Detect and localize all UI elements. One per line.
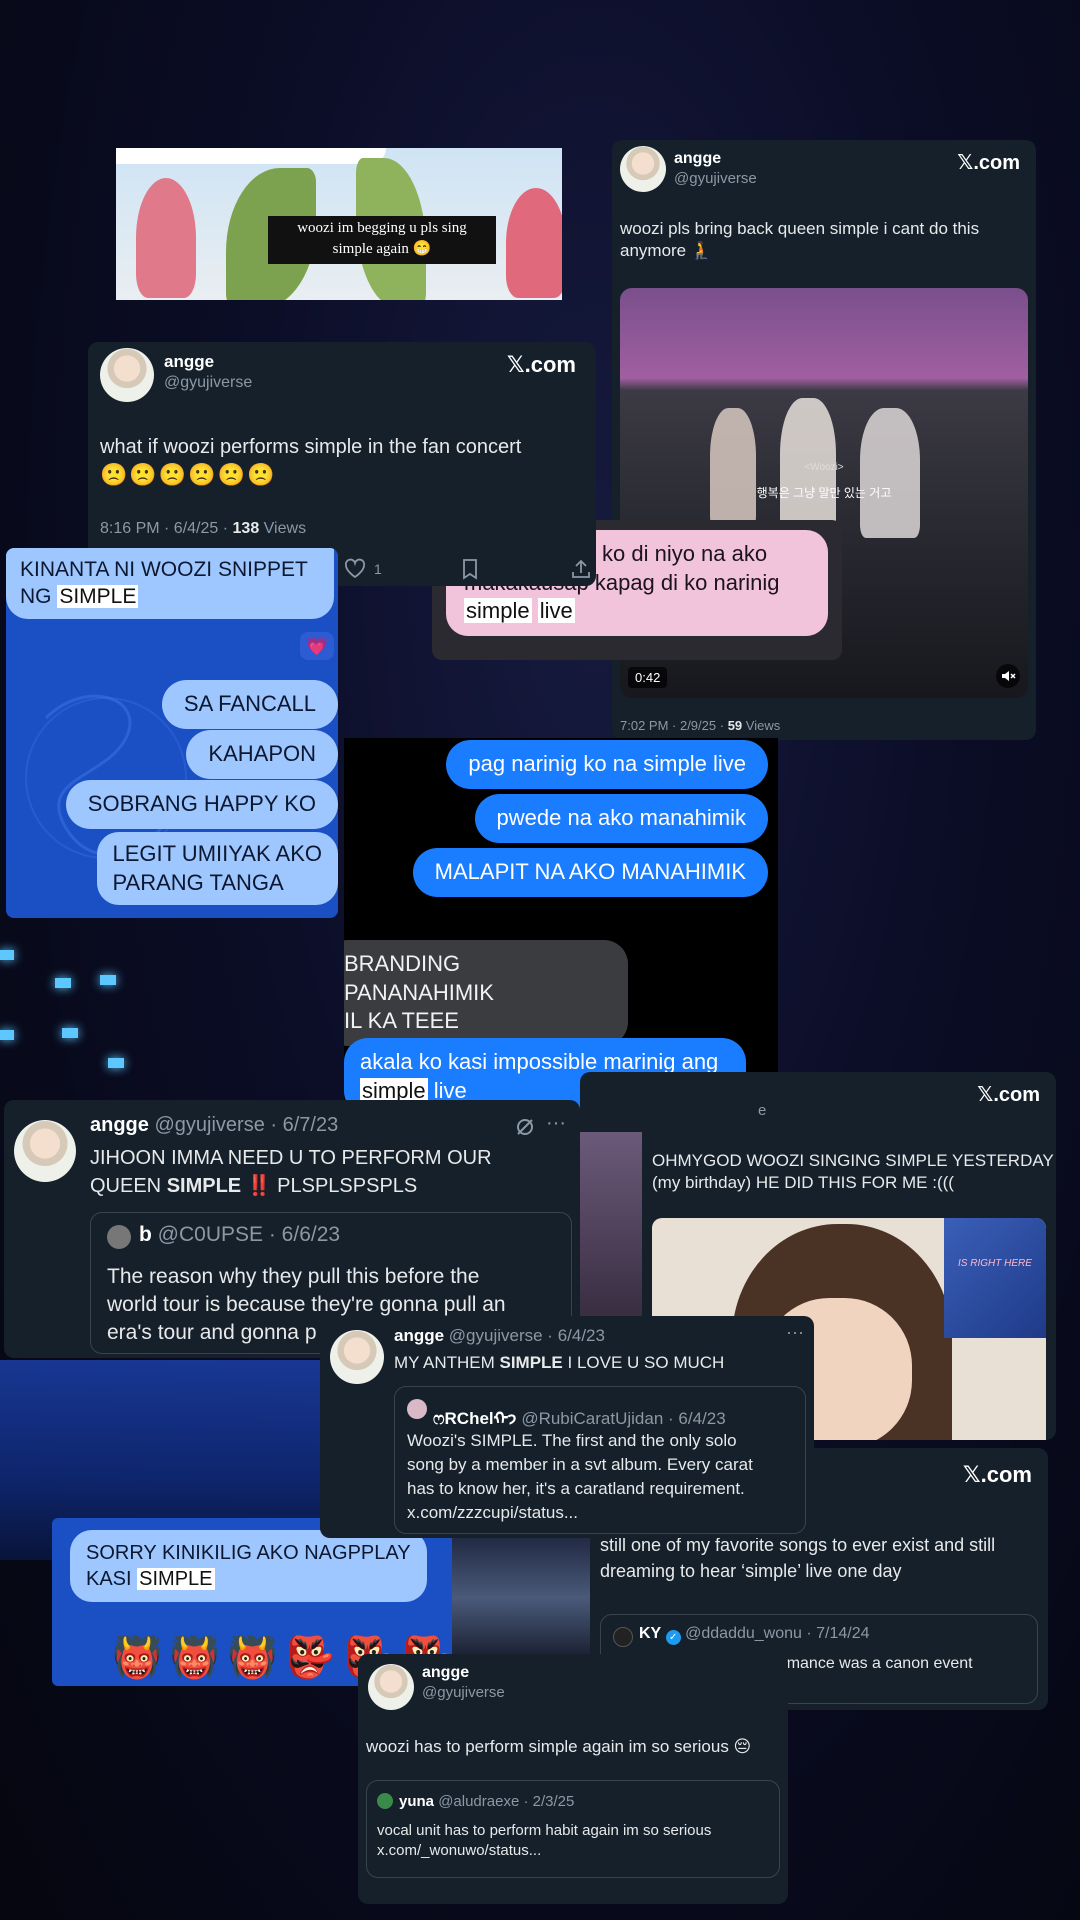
- verified-icon: ✓: [665, 1630, 681, 1645]
- quoted-tweet[interactable]: yuna @aludraexe · 2/3/25 vocal unit has …: [366, 1780, 780, 1878]
- quote-handle: @ddaddu_wonu · 7/14/24: [685, 1625, 870, 1642]
- emoji-row: 🙁🙁🙁🙁🙁🙁: [100, 462, 277, 487]
- x-logo[interactable]: 𝕏.com: [507, 352, 576, 378]
- tweet-meta: 7:02 PM · 2/9/25 · 59 Views: [620, 718, 781, 733]
- message-bubble: SOBRANG HAPPY KO: [65, 780, 338, 829]
- quote-avatar: [407, 1399, 427, 1419]
- caption-image: woozi im begging u pls sing simple again…: [116, 148, 562, 300]
- tweet-text: JIHOON IMMA NEED U TO PERFORM OUR QUEEN …: [90, 1147, 492, 1197]
- quote-text: Woozi's SIMPLE. The first and the only s…: [407, 1431, 753, 1522]
- tweet-text: woozi pls bring back queen simple i cant…: [620, 219, 980, 261]
- quote-author-name: KY: [639, 1625, 662, 1642]
- video-subtitle: 행복은 그냥 말만 있는 거고: [756, 486, 892, 500]
- quoted-tweet[interactable]: ෆRChelᡣ𐭩 @RubiCaratUjidan · 6/4/23 Woozi…: [394, 1386, 806, 1534]
- caption-line-2: simple again 😁: [332, 241, 432, 257]
- tweet-text: what if woozi performs simple in the fan…: [100, 436, 522, 458]
- grok-icon[interactable]: [514, 1116, 536, 1143]
- avatar[interactable]: [330, 1330, 384, 1384]
- message-bubble: pwede na ako manahimik: [474, 794, 768, 843]
- author-name[interactable]: angge: [674, 150, 721, 168]
- quote-avatar: [377, 1793, 393, 1809]
- author-name[interactable]: angge: [164, 352, 214, 372]
- message-bubble: SA FANCALL: [161, 680, 338, 729]
- mute-icon[interactable]: [996, 664, 1020, 688]
- highlight-simple: SIMPLE: [57, 585, 139, 609]
- quote-author-name: ෆRChelᡣ𐭩: [433, 1409, 517, 1428]
- author-handle[interactable]: @gyujiverse: [422, 1684, 505, 1701]
- avatar[interactable]: [620, 146, 666, 192]
- author-handle[interactable]: @gyujiverse · 6/4/23: [449, 1326, 605, 1345]
- caption-box: woozi im begging u pls sing simple again…: [268, 216, 496, 264]
- sky-photo: [452, 1538, 590, 1658]
- share-icon: [572, 559, 590, 578]
- message-bubble: KAHAPON: [186, 730, 338, 779]
- like-button[interactable]: 1: [344, 558, 382, 580]
- tweet-card-so-serious[interactable]: angge @gyujiverse woozi has to perform s…: [358, 1654, 788, 1904]
- avatar[interactable]: [14, 1120, 76, 1182]
- tweet-text: OHMYGOD WOOZI SINGING SIMPLE YESTERDAY (…: [652, 1151, 1054, 1193]
- author-name[interactable]: angge: [90, 1114, 149, 1136]
- author-name[interactable]: angge: [394, 1326, 444, 1345]
- x-logo[interactable]: 𝕏.com: [957, 150, 1020, 175]
- highlight-simple: simple: [360, 1077, 428, 1103]
- heart-icon: [344, 558, 366, 579]
- author-handle[interactable]: @gyujiverse: [164, 374, 252, 392]
- message-bubble-incoming: BRANDING PANANAHIMIK IL KA TEEE: [344, 940, 628, 1046]
- tweet-text: still one of my favorite songs to ever e…: [600, 1535, 996, 1581]
- caption-line-1: woozi im begging u pls sing: [297, 220, 467, 236]
- message-bubble: LEGIT UMIIYAK AKO PARANG TANGA: [96, 832, 338, 906]
- quote-avatar: [107, 1225, 131, 1249]
- highlight-simple: simple: [464, 598, 532, 624]
- avatar[interactable]: [100, 348, 154, 402]
- quote-handle: @aludraexe · 2/3/25: [438, 1793, 575, 1810]
- more-icon[interactable]: ···: [786, 1322, 804, 1343]
- video-duration: 0:42: [628, 667, 668, 688]
- tweet-text: MY ANTHEM SIMPLE I LOVE U SO MUCH: [394, 1353, 725, 1372]
- quote-handle: @C0UPSE · 6/6/23: [157, 1223, 341, 1246]
- partial-handle: e: [758, 1102, 767, 1119]
- author-handle[interactable]: @gyujiverse · 6/7/23: [154, 1114, 338, 1136]
- blue-chat-screenshot: KINANTA NI WOOZI SNIPPET NG SIMPLE 💗 SA …: [6, 548, 338, 918]
- author-handle[interactable]: @gyujiverse: [674, 170, 757, 187]
- message-bubble: SORRY KINIKILIG AKO NAGPPLAY KASI SIMPLE: [70, 1530, 427, 1602]
- x-logo[interactable]: 𝕏.com: [977, 1082, 1040, 1107]
- reaction-badge: 💗: [300, 632, 334, 660]
- poster: IS RIGHT HERE: [944, 1218, 1046, 1338]
- tweet-header: angge @gyujiverse · 6/7/23: [90, 1114, 338, 1137]
- tweet-meta: 8:16 PM · 6/4/25 · 138 Views: [100, 520, 307, 537]
- video-subtitle-speaker: <Woozi>: [804, 462, 844, 473]
- quote-text: vocal unit has to perform habit again im…: [377, 1822, 712, 1859]
- avatar[interactable]: [368, 1664, 414, 1710]
- quote-avatar: [613, 1627, 633, 1647]
- quote-author-name: b: [139, 1223, 152, 1246]
- stage-lights-left: [0, 930, 140, 1090]
- tweet-card-anthem[interactable]: angge @gyujiverse · 6/4/23 ··· MY ANTHEM…: [320, 1316, 814, 1538]
- more-icon[interactable]: ···: [546, 1112, 566, 1135]
- share-button[interactable]: [570, 558, 592, 585]
- highlight-simple: SIMPLE: [137, 1568, 215, 1590]
- message-bubble: MALAPIT NA AKO MANAHIMIK: [412, 848, 768, 897]
- tweet-text: woozi has to perform simple again im so …: [366, 1737, 752, 1756]
- message-bubble-top: KINANTA NI WOOZI SNIPPET NG SIMPLE: [6, 548, 334, 619]
- tweet-header: angge @gyujiverse · 6/4/23: [394, 1326, 605, 1346]
- author-name[interactable]: angge: [422, 1664, 469, 1682]
- x-logo[interactable]: 𝕏.com: [963, 1462, 1032, 1488]
- bookmark-button[interactable]: [460, 558, 480, 585]
- message-bubble: pag narinig ko na simple live: [446, 740, 768, 789]
- highlight-live: live: [537, 598, 575, 624]
- quote-handle: @RubiCaratUjidan · 6/4/23: [521, 1409, 726, 1428]
- bookmark-icon: [463, 559, 477, 580]
- dark-chat-screenshot: pag narinig ko na simple live pwede na a…: [344, 738, 778, 1116]
- quote-author-name: yuna: [399, 1793, 435, 1810]
